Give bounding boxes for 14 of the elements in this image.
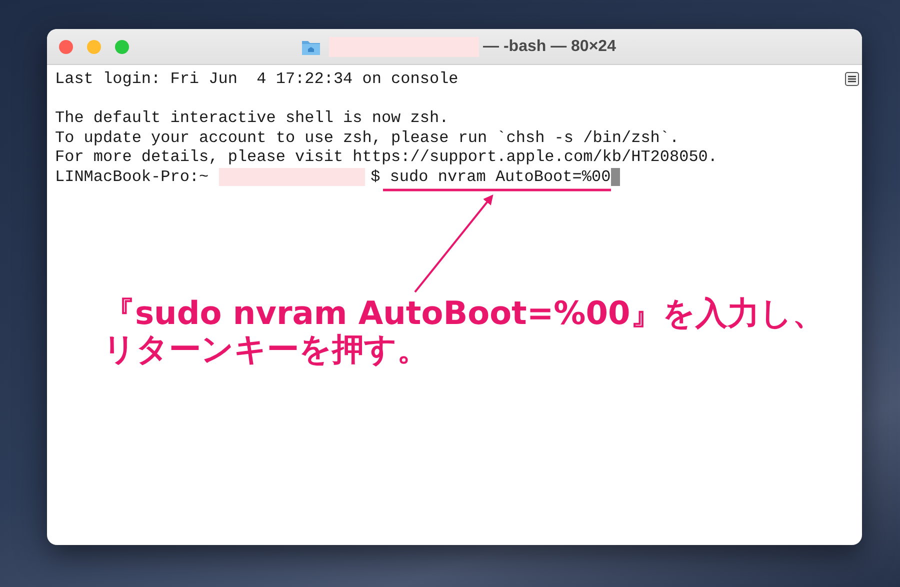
prompt-symbol: $: [370, 168, 380, 187]
terminal-line: For more details, please visit https://support.apple.com/kb/HT208050.: [55, 148, 718, 168]
close-button[interactable]: [59, 40, 73, 54]
terminal-line: To update your account to use zsh, please run `chsh -s /bin/zsh`.: [55, 128, 680, 148]
terminal-line: Last login: Fri Jun 4 17:22:34 on console: [55, 70, 458, 90]
typed-command: sudo nvram AutoBoot=%00: [390, 168, 611, 187]
zoom-button[interactable]: [115, 40, 129, 54]
window-title: — -bash — 80×24: [483, 36, 616, 56]
prompt-host: LINMacBook-Pro:~: [55, 168, 209, 187]
list-icon: [845, 72, 859, 86]
minimize-button[interactable]: [87, 40, 101, 54]
terminal-line: The default interactive shell is now zsh.: [55, 109, 449, 128]
text-cursor: [610, 168, 620, 186]
instruction-caption: 『sudo nvram AutoBoot=%00』を入力し、 リターンキーを押す。: [103, 295, 824, 367]
